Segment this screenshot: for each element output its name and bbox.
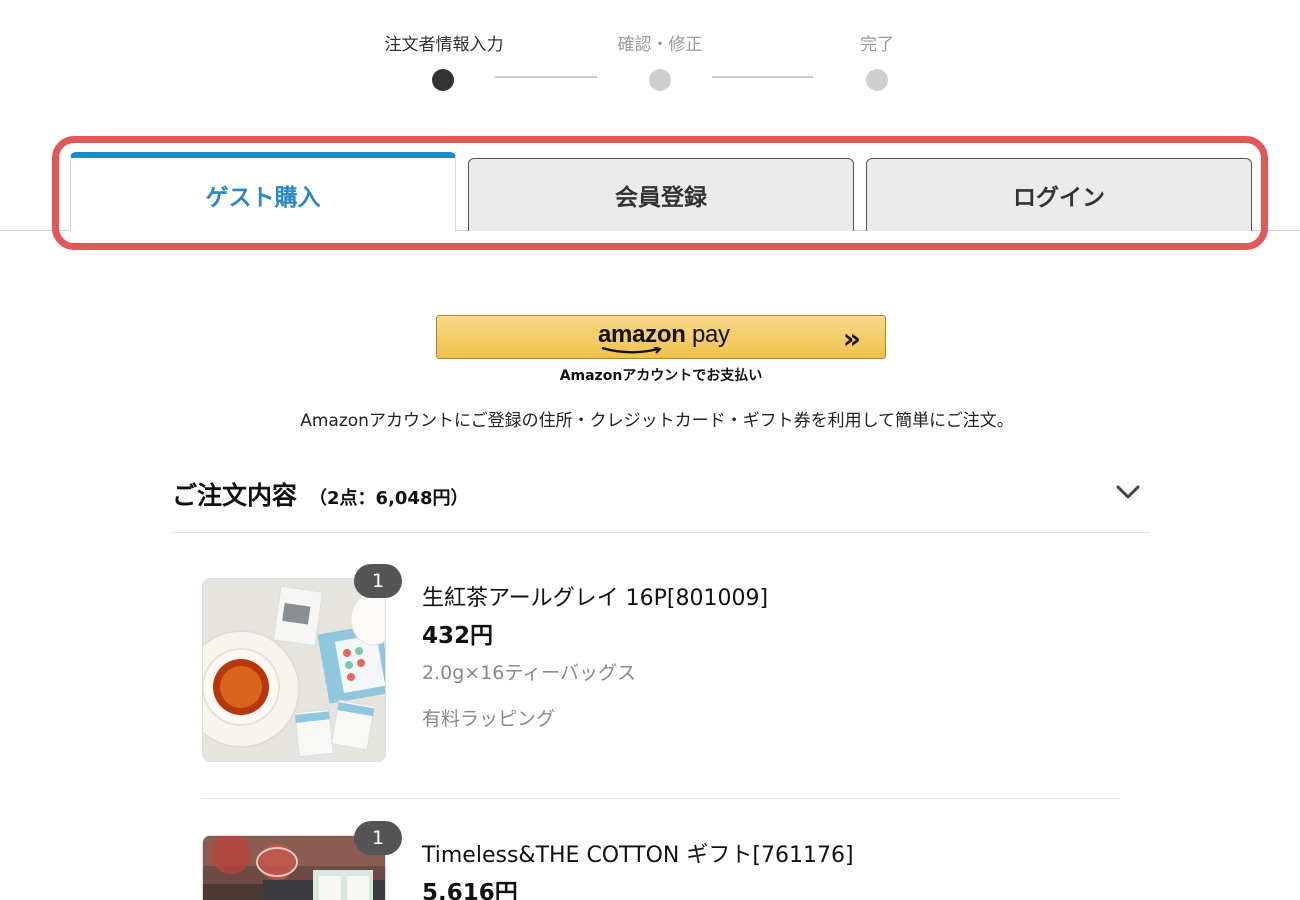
- amazon-pay-description: Amazonアカウントにご登録の住所・クレジットカード・ギフト券を利用して簡単に…: [300, 411, 1014, 431]
- chevron-down-icon[interactable]: [1114, 480, 1142, 504]
- order-divider: [172, 532, 1150, 533]
- tab-member-register[interactable]: 会員登録: [468, 158, 854, 231]
- step-dot: [866, 69, 888, 91]
- tab-guest-purchase[interactable]: ゲスト購入: [70, 152, 456, 232]
- product-name: Timeless&THE COTTON ギフト[761176]: [422, 843, 854, 868]
- order-summary-title: ご注文内容: [172, 481, 298, 510]
- checkout-page: 注文者情報入力 確認・修正 完了 ゲスト購入 会員登録 ログイン amazon …: [0, 0, 1300, 900]
- product-name: 生紅茶アールグレイ 16P[801009]: [422, 586, 769, 611]
- product-spec: 2.0g×16ティーバッグス: [422, 662, 637, 684]
- order-summary-count: （2点：6,048円）: [309, 488, 469, 509]
- amazon-smile-icon: [601, 347, 662, 354]
- quantity-badge: 1: [354, 821, 402, 855]
- product-option: 有料ラッピング: [422, 708, 556, 730]
- amazon-pay-caption: Amazonアカウントでお支払い: [559, 368, 763, 384]
- product-price: 432円: [422, 623, 494, 649]
- quantity-badge: 1: [354, 564, 402, 598]
- order-item: 1 Timeless&THE COTTON ギフト[761176] 5,616円: [202, 821, 1122, 900]
- order-summary-header[interactable]: ご注文内容 （2点：6,048円）: [172, 476, 468, 512]
- amazon-pay-logo: amazon pay: [598, 321, 730, 348]
- product-price: 5,616円: [422, 880, 518, 900]
- item-divider: [202, 798, 1120, 799]
- product-image: [202, 578, 386, 762]
- step-label-order-info: 注文者情報入力: [384, 35, 504, 55]
- tab-login[interactable]: ログイン: [866, 158, 1252, 231]
- order-item: 1 生紅茶アールグレイ 16P[801009] 432円 2.0g×16ティーバ…: [202, 564, 1122, 762]
- step-label-complete: 完了: [860, 35, 894, 55]
- step-dot: [649, 69, 671, 91]
- amazon-pay-button[interactable]: amazon pay »: [436, 315, 886, 359]
- chevron-double-right-icon: »: [842, 322, 861, 355]
- step-connector: [495, 76, 597, 78]
- step-label-confirm: 確認・修正: [617, 35, 703, 55]
- step-connector: [712, 76, 813, 78]
- step-dot-current: [432, 69, 454, 91]
